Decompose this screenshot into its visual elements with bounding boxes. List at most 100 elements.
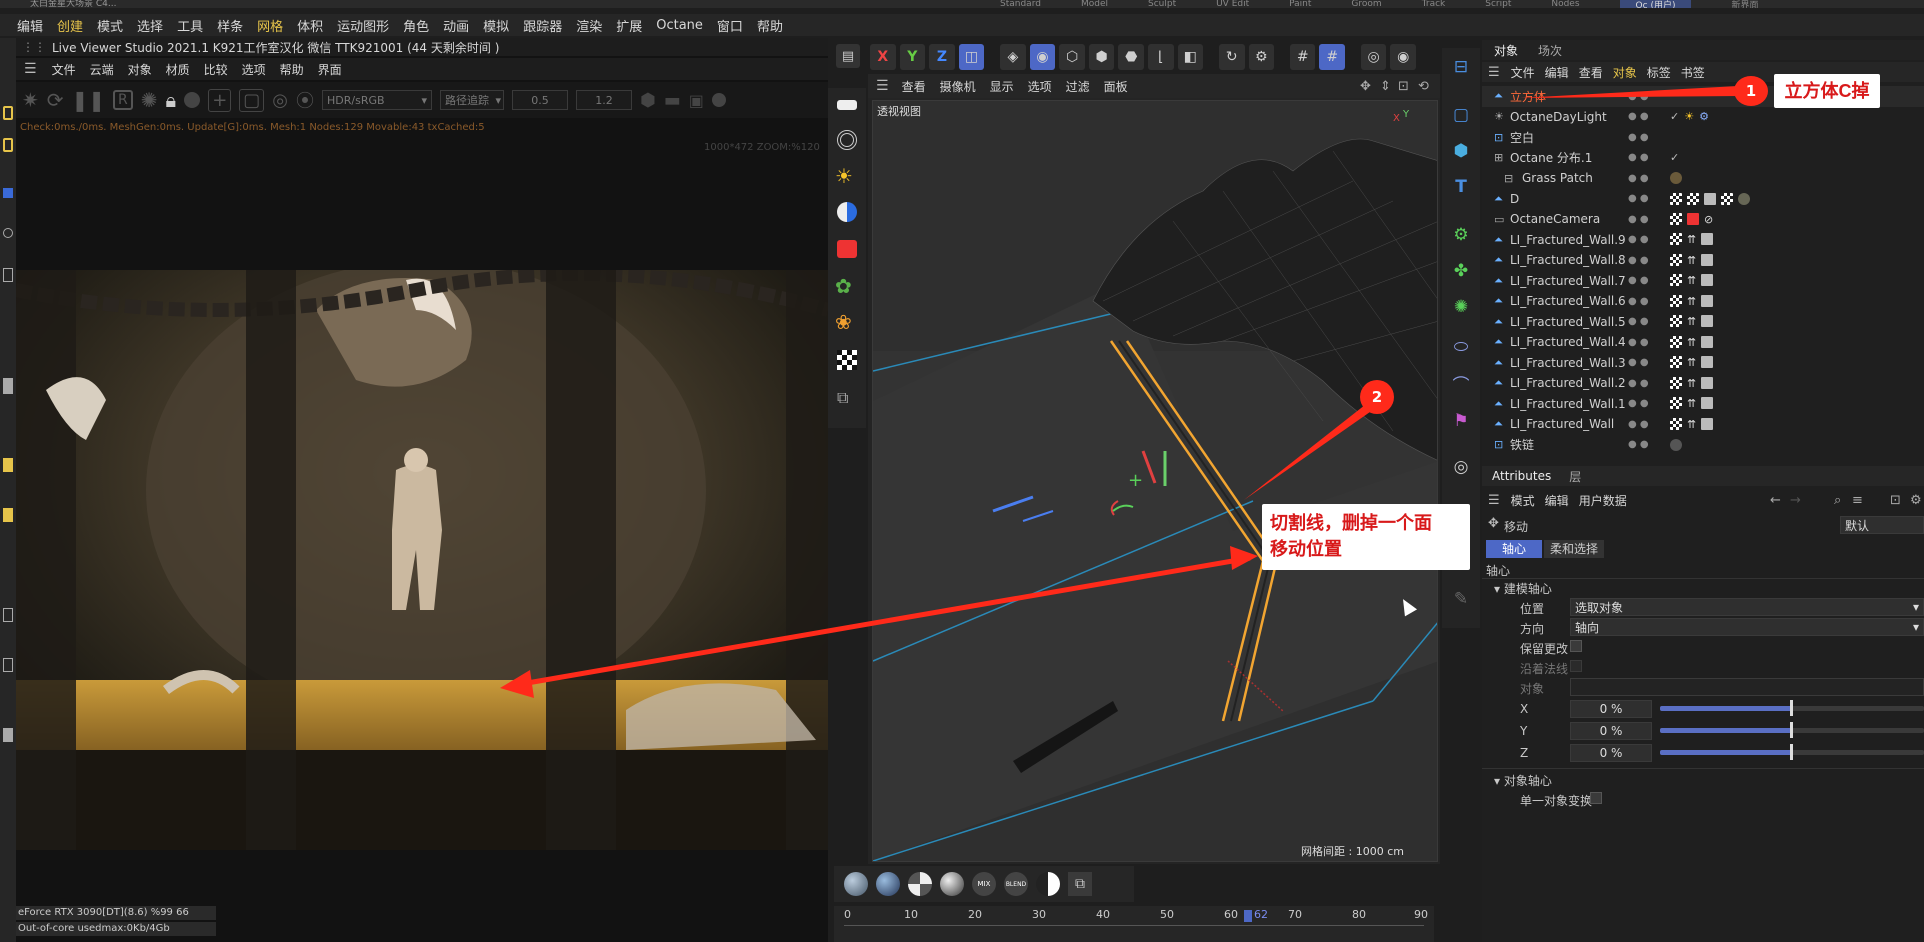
lv-menu-cloud[interactable]: 云端: [83, 61, 121, 78]
list-item[interactable]: ⏶ LI_Fractured_Wall.5 ● ● ⇈: [1482, 312, 1924, 333]
settings-icon[interactable]: ✺: [141, 88, 158, 112]
visibility-dots[interactable]: ● ●: [1628, 152, 1649, 163]
menu-animate[interactable]: 动画: [436, 16, 476, 35]
vp-menu-options[interactable]: 选项: [1021, 78, 1059, 95]
layout-tab[interactable]: Track: [1422, 0, 1446, 8]
visibility-dots[interactable]: ● ●: [1628, 419, 1649, 430]
visibility-dots[interactable]: ● ●: [1628, 132, 1649, 143]
text-object-icon[interactable]: T: [1446, 172, 1476, 202]
y-slider-handle[interactable]: [1790, 722, 1793, 738]
om-menu-file[interactable]: 文件: [1506, 64, 1540, 81]
region-icon[interactable]: ▢: [239, 88, 265, 112]
om-menu-edit[interactable]: 编辑: [1540, 64, 1574, 81]
tab-takes[interactable]: 场次: [1538, 42, 1562, 59]
vp-menu-camera[interactable]: 摄像机: [933, 78, 983, 95]
material-blend[interactable]: BLEND: [1004, 872, 1028, 896]
x-axis-toggle[interactable]: X: [870, 44, 896, 70]
tool-icon[interactable]: [3, 138, 13, 152]
object-mode-icon[interactable]: ◈: [1000, 44, 1026, 70]
layout-tab-active[interactable]: Oc (用户): [1619, 0, 1692, 8]
keep-change-checkbox[interactable]: [1570, 640, 1582, 652]
visibility-dots[interactable]: ● ●: [1628, 357, 1649, 368]
add-icon[interactable]: +: [208, 88, 232, 112]
visibility-dots[interactable]: ● ●: [1628, 193, 1649, 204]
hamburger-icon[interactable]: ☰: [1488, 493, 1500, 508]
menu-octane[interactable]: Octane: [649, 18, 710, 33]
tool-icon[interactable]: [3, 106, 13, 120]
edge-mode-icon[interactable]: ⬡: [1059, 44, 1085, 70]
deformer-icon[interactable]: ⬭: [1446, 332, 1476, 362]
menu-simulate[interactable]: 模拟: [476, 16, 516, 35]
node-icon[interactable]: ⧉: [837, 388, 857, 408]
y-axis-toggle[interactable]: Y: [899, 44, 926, 70]
preset-select[interactable]: 默认: [1840, 516, 1924, 534]
position-select[interactable]: 选取对象 ▾: [1570, 598, 1924, 616]
menu-spline[interactable]: 样条: [210, 16, 250, 35]
flower-icon[interactable]: ❀: [835, 310, 852, 334]
menu-character[interactable]: 角色: [396, 16, 436, 35]
hamburger-icon[interactable]: ☰: [24, 61, 37, 77]
lv-menu-interface[interactable]: 界面: [311, 61, 349, 78]
vp-menu-filter[interactable]: 过滤: [1059, 78, 1097, 95]
visibility-dots[interactable]: ● ●: [1628, 111, 1649, 122]
tool-icon[interactable]: [3, 608, 13, 622]
om-menu-view[interactable]: 查看: [1574, 64, 1608, 81]
tool-icon[interactable]: [3, 188, 13, 198]
render-mode-select[interactable]: 路径追踪 ▾: [440, 90, 505, 110]
menu-render[interactable]: 渲染: [569, 16, 609, 35]
tool-icon[interactable]: [3, 378, 13, 394]
material-ball[interactable]: [908, 872, 932, 896]
list-item[interactable]: ⏶ LI_Fractured_Wall.8 ● ● ⇈: [1482, 250, 1924, 271]
list-item[interactable]: ⏶ LI_Fractured_Wall.9 ● ● ⇈: [1482, 230, 1924, 251]
texture-mode-icon[interactable]: ◧: [1177, 44, 1204, 70]
lv-menu-file[interactable]: 文件: [45, 61, 83, 78]
value-b-stepper[interactable]: 1.2: [576, 90, 633, 110]
lv-menu-compare[interactable]: 比较: [197, 61, 235, 78]
playhead[interactable]: [1244, 910, 1252, 922]
search-icon[interactable]: ⌕: [1834, 493, 1841, 508]
render-view-icon[interactable]: ◎: [1360, 44, 1387, 70]
tool-icon[interactable]: [3, 268, 13, 282]
list-item[interactable]: ⊡ 空白 ● ●: [1482, 127, 1924, 148]
visibility-dots[interactable]: ● ●: [1628, 275, 1649, 286]
list-item[interactable]: ⏶ LI_Fractured_Wall.6 ● ● ⇈: [1482, 291, 1924, 312]
visibility-dots[interactable]: ● ●: [1628, 214, 1649, 225]
menu-create[interactable]: 创建: [50, 16, 90, 35]
render-settings-icon[interactable]: ◉: [1390, 44, 1417, 70]
visibility-dots[interactable]: ● ●: [1628, 398, 1649, 409]
material-ball[interactable]: [876, 872, 900, 896]
tab-objects[interactable]: 对象: [1494, 42, 1518, 59]
filter-icon[interactable]: ≡: [1852, 493, 1863, 508]
rotate-view-icon[interactable]: ⟲: [1418, 79, 1429, 94]
menu-volume[interactable]: 体积: [290, 16, 330, 35]
polygon-mode-icon[interactable]: ⬢: [1088, 44, 1115, 70]
cube-icon[interactable]: ⬢: [640, 90, 656, 111]
edit-icon[interactable]: ✎: [1446, 584, 1476, 614]
menu-mograph[interactable]: 运动图形: [330, 16, 396, 35]
menu-window[interactable]: 窗口: [710, 16, 750, 35]
half-circle-icon[interactable]: [837, 202, 857, 222]
object-link-field[interactable]: [1570, 678, 1924, 696]
tool-icon[interactable]: [3, 658, 13, 672]
material-ball[interactable]: [940, 872, 964, 896]
timeline[interactable]: 0 10 20 30 40 50 60 70 80 90 62: [834, 906, 1434, 942]
render-region-icon[interactable]: R: [113, 90, 133, 110]
menu-extensions[interactable]: 扩展: [609, 16, 649, 35]
visibility-dots[interactable]: ● ●: [1628, 255, 1649, 266]
visibility-dots[interactable]: ● ●: [1628, 173, 1649, 184]
list-item[interactable]: ⏶ LI_Fractured_Wall.1 ● ● ⇈: [1482, 394, 1924, 415]
tab-layers[interactable]: 层: [1569, 468, 1581, 485]
camera-icon[interactable]: [837, 240, 857, 258]
zoom-view-icon[interactable]: ⊡: [1398, 79, 1409, 94]
list-item[interactable]: ⏶ LI_Fractured_Wall.7 ● ● ⇈: [1482, 271, 1924, 292]
menu-tools[interactable]: 工具: [170, 16, 210, 35]
layout-tab[interactable]: Standard: [1000, 0, 1041, 8]
sun-icon[interactable]: ☀: [835, 164, 853, 188]
z-slider-handle[interactable]: [1790, 744, 1793, 760]
list-item[interactable]: ⏶ LI_Fractured_Wall.4 ● ● ⇈: [1482, 332, 1924, 353]
move-view-icon[interactable]: ⇕: [1380, 79, 1391, 94]
tab-attributes[interactable]: Attributes: [1492, 469, 1551, 483]
menu-select[interactable]: 选择: [130, 16, 170, 35]
group-modeling-pivot[interactable]: ▾ 建模轴心: [1494, 580, 1552, 597]
z-input[interactable]: 0 %: [1570, 744, 1652, 762]
